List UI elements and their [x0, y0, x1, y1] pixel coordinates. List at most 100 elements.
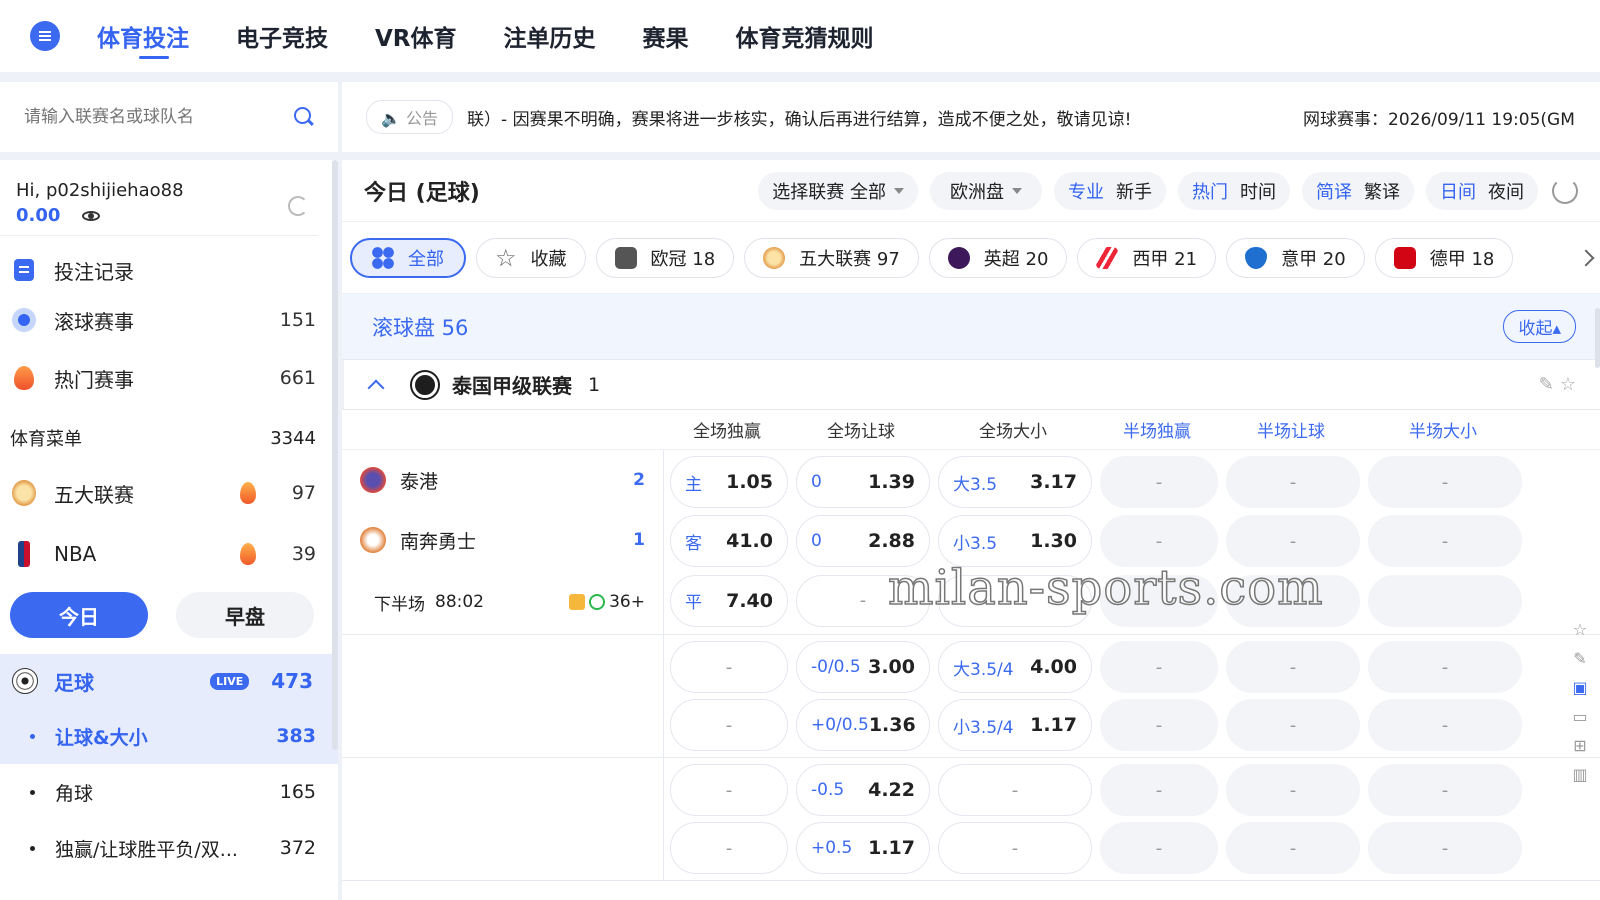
star-icon[interactable]: ☆: [1573, 620, 1587, 639]
toggle-theme[interactable]: 日间 夜间: [1426, 171, 1538, 210]
match-info[interactable]: 泰港 2 南奔勇士 1 下半场 88:02 36+: [342, 450, 664, 634]
toggle-language[interactable]: 简译 繁译: [1302, 171, 1414, 210]
odds-value: 1.36: [868, 714, 916, 736]
league-select[interactable]: 选择联赛 全部: [758, 171, 918, 210]
sidebar-item-label: 热门赛事: [54, 367, 134, 392]
nav-esports[interactable]: 电子竞技: [236, 15, 328, 57]
sidebar-item-nba[interactable]: NBA 39: [0, 524, 338, 584]
odds-cell[interactable]: +0/0.5 1.36: [796, 699, 930, 751]
match-row: 泰港 2 南奔勇士 1 下半场 88:02 36+ 主 1.05 0 1.39 大3…: [342, 450, 1600, 635]
odds-cell-empty: -: [1226, 764, 1360, 816]
pin-star-icons[interactable]: ✎☆: [1539, 374, 1582, 395]
chip-all[interactable]: 全部: [350, 237, 466, 278]
main-scrollbar[interactable]: [1595, 308, 1600, 368]
field-icon[interactable]: ⊞: [1573, 736, 1586, 755]
nav-rules[interactable]: 体育竞猜规则: [736, 15, 874, 57]
more-markets-count: 36+: [609, 592, 645, 612]
sidebar-sub-handicap[interactable]: 让球&大小 383: [0, 708, 338, 764]
sidebar-item-bet-record[interactable]: 投注记录: [0, 242, 338, 298]
toggle-sort[interactable]: 热门 时间: [1178, 171, 1290, 210]
chip-five-leagues[interactable]: 五大联赛 97: [744, 237, 919, 278]
refresh-icon[interactable]: [1552, 177, 1578, 204]
sidebar-item-label: 投注记录: [54, 259, 134, 284]
collapse-button[interactable]: 收起▴: [1503, 310, 1576, 343]
team-score: 1: [633, 530, 645, 550]
chip-laliga[interactable]: 西甲 21: [1077, 237, 1217, 278]
pin-icon[interactable]: ✎: [1573, 649, 1586, 668]
sidebar-item-soccer[interactable]: 足球 LIVE 473: [0, 654, 338, 708]
nav-sports-betting[interactable]: 体育投注: [97, 15, 189, 59]
nav-bet-history[interactable]: 注单历史: [504, 15, 596, 57]
nav-vr-sports[interactable]: VR体育: [375, 15, 457, 57]
chip-epl[interactable]: 英超 20: [928, 237, 1068, 278]
odds-cell[interactable]: 主 1.05: [670, 456, 788, 508]
refresh-icon[interactable]: [288, 196, 308, 216]
odds-cell-empty: -: [1368, 456, 1522, 508]
odds-cell[interactable]: 小3.5 1.30: [938, 515, 1092, 568]
search-input[interactable]: [24, 107, 292, 127]
odds-cell-empty: -: [1226, 456, 1360, 508]
sidebar-item-hot[interactable]: 热门赛事 661: [0, 342, 338, 414]
live-stream-icon: [589, 594, 606, 610]
search-icon[interactable]: [292, 106, 314, 128]
live-icon: [12, 308, 36, 332]
match-clock: 88:02: [435, 592, 484, 612]
page-title: 今日 (足球): [364, 180, 480, 206]
match-info-spacer: [342, 635, 664, 757]
col-ht-handicap[interactable]: 半场让球: [1220, 417, 1362, 442]
sidebar-item-five-leagues[interactable]: 五大联赛 97: [0, 462, 338, 524]
odds-cell[interactable]: 小3.5/4 1.17: [938, 699, 1092, 751]
chip-bundesliga[interactable]: 德甲 18: [1374, 237, 1514, 278]
announcement-time: 网球赛事：2026/09/11 19:05(GM: [1303, 109, 1575, 130]
chip-serie-a[interactable]: 意甲 20: [1226, 237, 1365, 278]
odds-cell-empty: -: [670, 641, 788, 693]
odds-value: 1.17: [1030, 714, 1077, 736]
odds-cell[interactable]: -0/0.5 3.00: [796, 641, 930, 693]
menu-icon[interactable]: [30, 21, 60, 51]
league-header[interactable]: 泰国甲级联赛 1 ✎☆: [342, 360, 1600, 410]
eye-icon[interactable]: [82, 210, 101, 221]
odds-cell-empty: -: [1368, 699, 1522, 751]
sidebar-item-label: 滚球赛事: [54, 309, 134, 334]
announcement-label[interactable]: 🔈 公告: [366, 100, 454, 134]
bullet-icon: [30, 845, 35, 851]
tab-early[interactable]: 早盘: [176, 592, 314, 638]
sidebar-sub-corners[interactable]: 角球 165: [0, 764, 338, 820]
odds-cell-empty: [938, 574, 1092, 627]
more-markets[interactable]: 36+: [569, 592, 645, 612]
laliga-icon: [1096, 246, 1119, 269]
odds-value: 3.17: [1030, 471, 1077, 493]
bet-slip-icon[interactable]: ▣: [1572, 678, 1587, 697]
sidebar-scrollbar[interactable]: [332, 160, 338, 750]
odds-cell[interactable]: 大3.5/4 4.00: [938, 641, 1092, 693]
sidebar-item-live[interactable]: 滚球赛事 151: [0, 298, 338, 342]
chip-label: 意甲 20: [1281, 248, 1346, 270]
five-leagues-icon: [12, 480, 36, 506]
odds-cell[interactable]: -0.5 4.22: [796, 764, 930, 816]
odds-key: -0.5: [811, 780, 845, 800]
odds-cell[interactable]: 平 7.40: [670, 574, 788, 627]
odds-cell[interactable]: 0 2.88: [796, 515, 930, 568]
toggle-mode[interactable]: 专业 新手: [1054, 171, 1166, 210]
nav-results[interactable]: 赛果: [643, 15, 689, 57]
chevron-down-icon: [1012, 187, 1022, 194]
odds-cell[interactable]: 大3.5 3.17: [938, 456, 1092, 508]
col-ht-over-under[interactable]: 半场大小: [1362, 417, 1524, 442]
toggle-off-label: 新手: [1116, 181, 1152, 203]
odds-key: 平: [685, 593, 702, 614]
chip-favorites[interactable]: ☆ 收藏: [476, 237, 586, 278]
odds-cell[interactable]: 0 1.39: [796, 456, 930, 508]
odds-cell[interactable]: +0.5 1.17: [796, 822, 930, 874]
odds-cell-empty: -: [1100, 456, 1218, 508]
stats-icon[interactable]: ▥: [1572, 765, 1587, 784]
chevron-up-icon[interactable]: [367, 379, 385, 396]
col-ht-1x2[interactable]: 半场独赢: [1094, 417, 1220, 442]
sidebar-sub-moneyline[interactable]: 独赢/让球胜平负/双... 372: [0, 820, 338, 876]
odds-type-select[interactable]: 欧洲盘: [930, 171, 1042, 210]
five-leagues-icon: [763, 246, 786, 269]
odds-cell[interactable]: 客 41.0: [670, 515, 788, 568]
chip-ucl[interactable]: 欧冠 18: [595, 237, 735, 278]
toggle-on-label: 简译: [1316, 181, 1352, 203]
tab-today[interactable]: 今日: [10, 592, 148, 638]
live-tv-icon[interactable]: ▭: [1572, 707, 1587, 726]
